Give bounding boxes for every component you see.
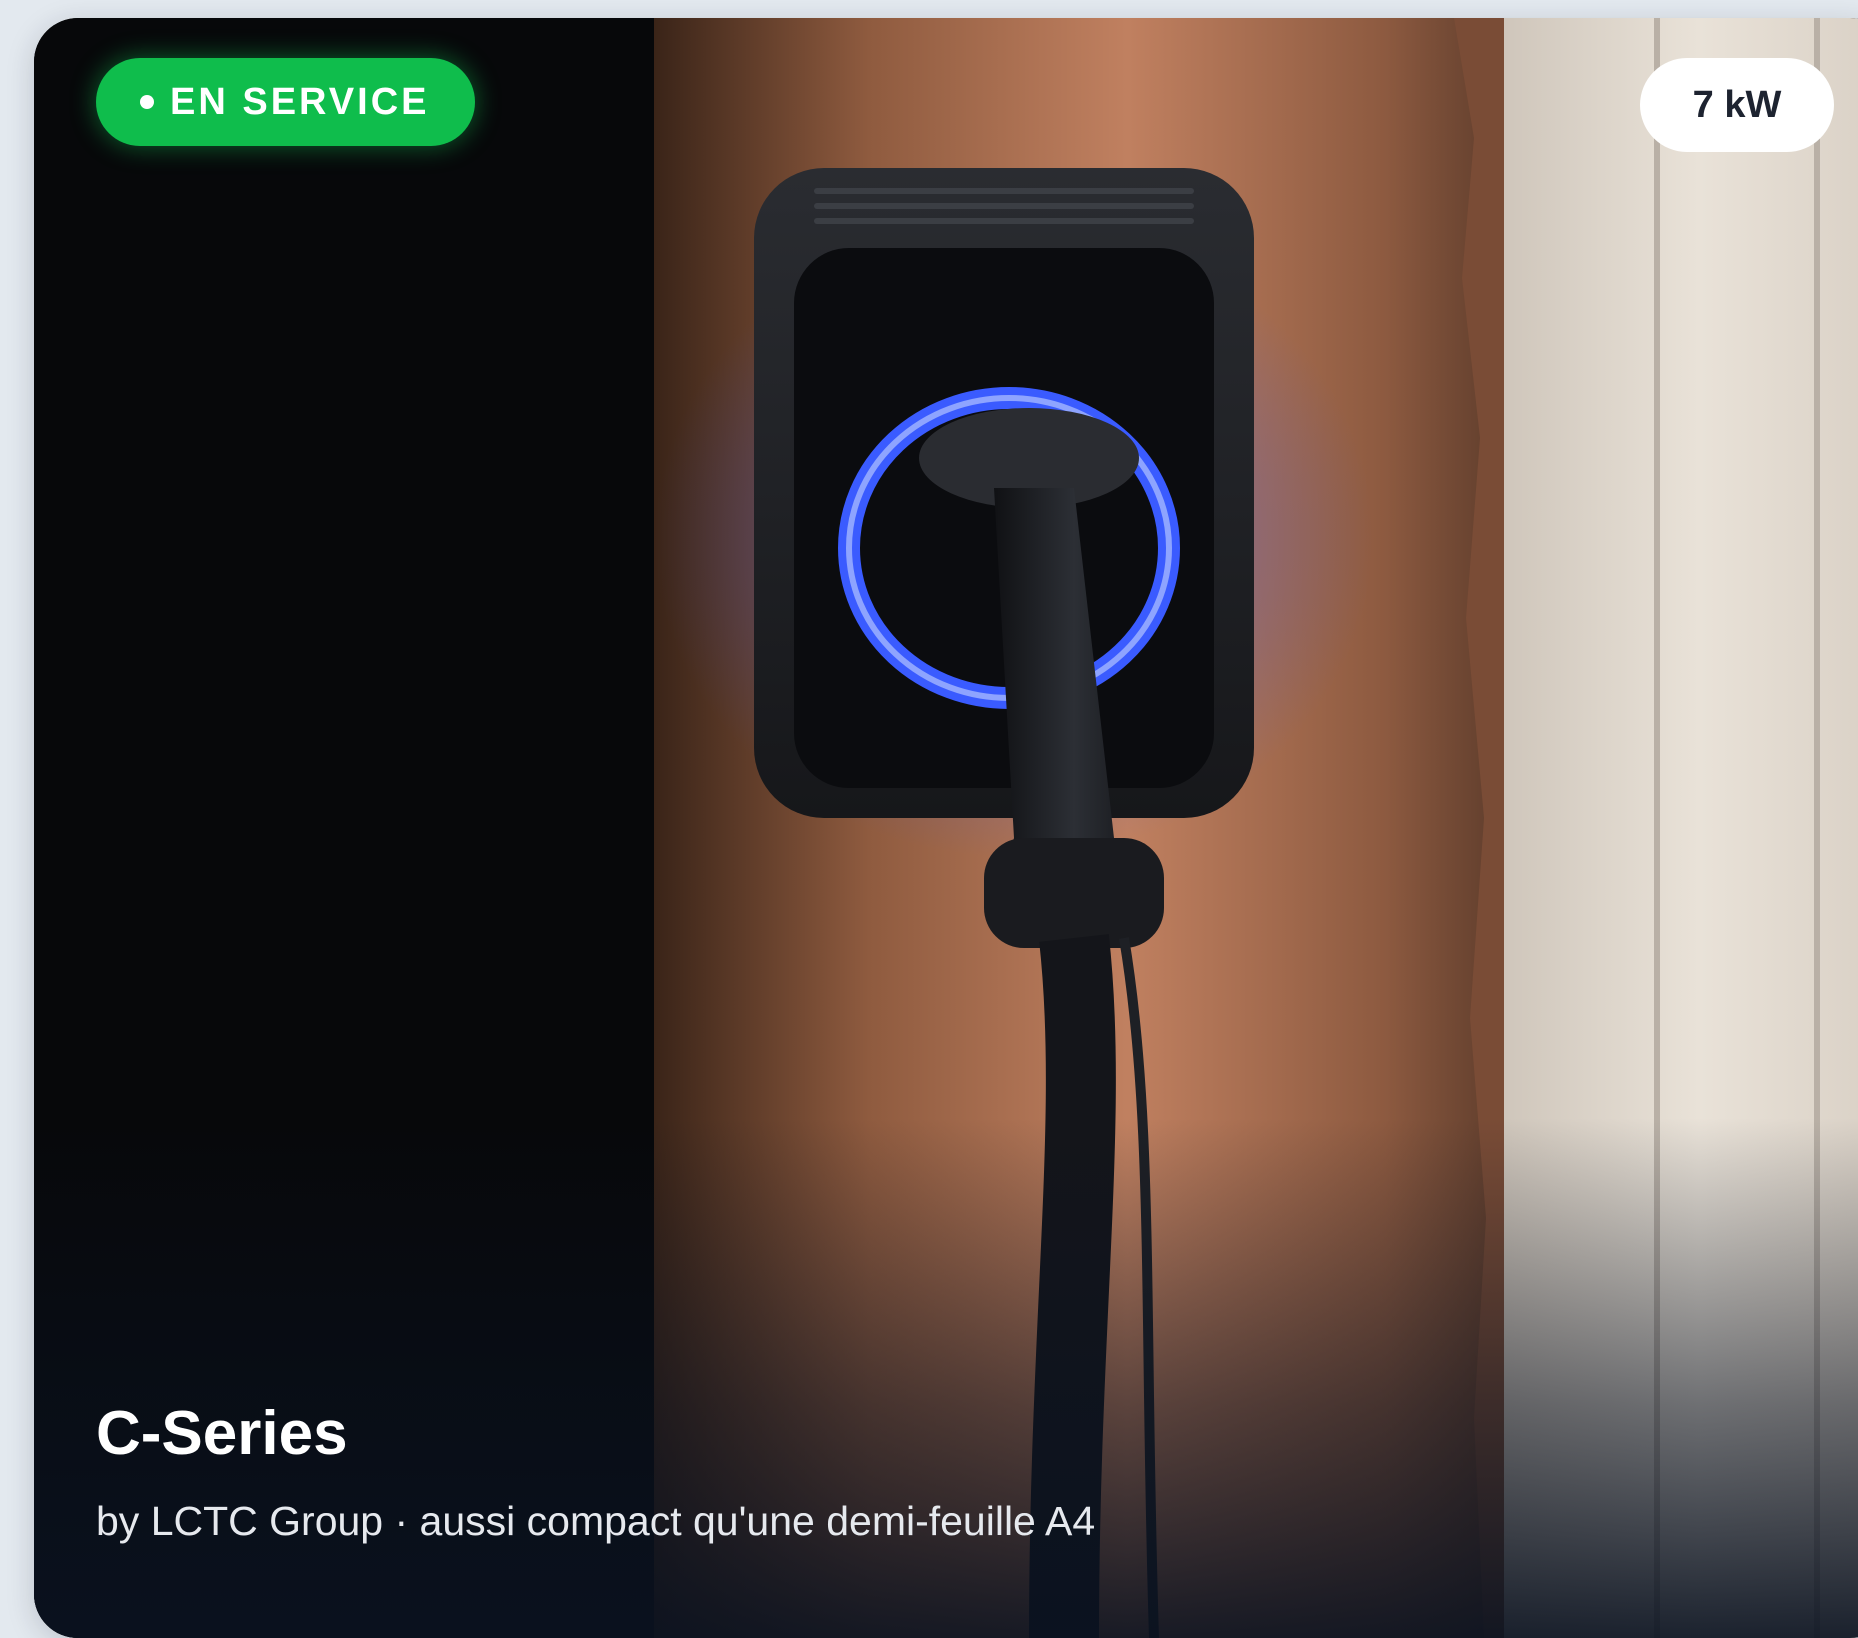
card-title: C-Series [96,1399,348,1468]
charger-photo [34,18,1858,1638]
status-badge: EN SERVICE [96,58,476,146]
status-label: EN SERVICE [170,80,430,123]
charger-card[interactable]: EN SERVICE 7 kW C-Series by LCTC Group ·… [34,18,1858,1638]
status-dot-icon [140,95,154,109]
power-label: 7 kW [1692,83,1782,126]
card-subtitle: by LCTC Group · aussi compact qu'une dem… [96,1498,1096,1544]
power-badge: 7 kW [1640,58,1834,152]
